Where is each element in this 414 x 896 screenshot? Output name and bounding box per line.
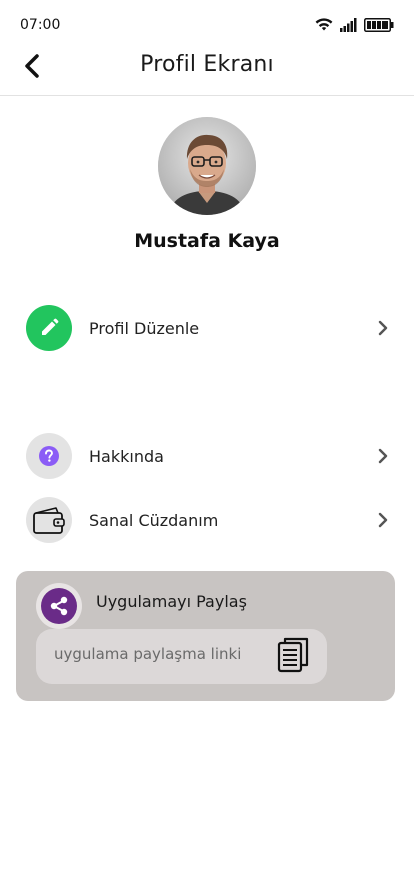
share-card: Uygulamayı Paylaş <box>16 571 395 701</box>
menu-item-edit-profile[interactable]: Profil Düzenle <box>26 305 390 351</box>
pencil-icon <box>26 305 72 351</box>
menu-item-about[interactable]: Hakkında <box>26 433 390 479</box>
question-icon <box>26 433 72 479</box>
share-link-field <box>36 629 327 684</box>
copy-button[interactable] <box>275 637 311 677</box>
share-button[interactable] <box>36 583 82 629</box>
share-title: Uygulamayı Paylaş <box>96 592 247 611</box>
menu-item-wallet[interactable]: Sanal Cüzdanım <box>26 497 390 543</box>
copy-icon <box>277 637 309 677</box>
status-time: 07:00 <box>20 17 61 33</box>
chevron-right-icon <box>376 510 390 530</box>
menu-item-label: Hakkında <box>89 446 164 466</box>
wallet-icon <box>26 497 72 543</box>
chevron-right-icon <box>376 446 390 466</box>
share-icon <box>41 588 77 624</box>
menu-item-label: Profil Düzenle <box>89 318 200 338</box>
avatar <box>158 117 256 215</box>
app-header: Profil Ekranı <box>0 44 414 96</box>
wifi-icon <box>314 16 334 36</box>
signal-icon <box>340 17 358 36</box>
share-link-input[interactable] <box>54 645 264 663</box>
page-title: Profil Ekranı <box>140 52 274 77</box>
menu-item-label: Sanal Cüzdanım <box>89 510 219 530</box>
battery-icon <box>364 17 394 36</box>
status-icons <box>314 16 394 36</box>
profile-name: Mustafa Kaya <box>134 230 280 252</box>
chevron-right-icon <box>376 318 390 338</box>
status-bar: 07:00 <box>0 0 414 44</box>
